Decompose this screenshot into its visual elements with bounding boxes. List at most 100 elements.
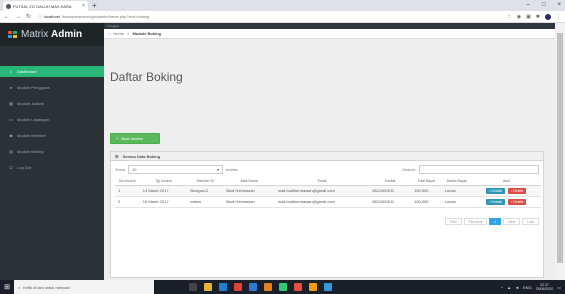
column-header[interactable]: Total Bayar (411, 177, 442, 186)
table-toolbar: Show 10 ▾ entries Search: (115, 164, 539, 174)
sidebar-item-label: Module Lapangan (17, 117, 50, 122)
back-icon[interactable]: ← (4, 14, 10, 20)
cell-member: admin (187, 196, 224, 208)
favicon-icon (6, 3, 11, 9)
add-invoice-label: Buat Invoice (121, 136, 144, 141)
chevron-up-icon[interactable]: ^ (501, 285, 503, 290)
close-window-button[interactable]: × (557, 0, 561, 10)
brand-name: Matrix Admin (21, 29, 83, 40)
delete-button[interactable]: ▪ Delete (508, 198, 527, 205)
column-header[interactable]: Member ID (187, 177, 224, 186)
column-header[interactable]: Kontak (369, 177, 412, 186)
column-header[interactable]: Atas Nama (223, 177, 275, 186)
main-content: 7 Logout ⌂ Home > Module Boking Daftar B… (104, 23, 555, 280)
field-icon: ▭ (9, 117, 13, 122)
maximize-button[interactable]: □ (542, 0, 546, 10)
forward-icon[interactable]: → (15, 14, 21, 20)
delete-button[interactable]: ▪ Delete (508, 187, 527, 194)
bookings-table: No Invoice Tgl Invoice Member ID Atas Na… (115, 177, 541, 208)
sidebar-item-boking[interactable]: ▤ Module Boking (0, 146, 104, 157)
home-icon: ⌂ (9, 69, 13, 74)
column-header[interactable]: Aksi (471, 177, 541, 186)
list-icon: ☰ (115, 153, 119, 159)
booking-icon: ▤ (9, 149, 13, 154)
panel-header: ☰ Semua Data Boking (111, 152, 543, 161)
details-button[interactable]: ▪ Details (486, 187, 506, 194)
info-icon[interactable]: ⓘ (38, 14, 42, 20)
lang-label[interactable]: ENG (523, 285, 532, 290)
search-input[interactable] (419, 164, 539, 174)
member-icon: ◆ (9, 133, 13, 138)
cell-invoice: 2 (115, 196, 140, 208)
sidebar-item-member[interactable]: ◆ Module Member (0, 130, 104, 141)
cell-date: 15 Maret 2017 (139, 196, 188, 208)
pager-previous[interactable]: Previous (463, 218, 488, 225)
store-icon[interactable] (249, 283, 257, 291)
volume-icon[interactable]: ◄ (515, 285, 519, 290)
logout-link[interactable]: 7 Logout (107, 24, 119, 28)
notification-icon[interactable]: ▭ (557, 285, 561, 290)
pager-page-1[interactable]: 1 (489, 218, 502, 225)
column-header[interactable]: Status Bayar (441, 177, 472, 186)
cell-actions: ▪ Details ▪ Delete (471, 196, 541, 208)
column-header[interactable]: No Invoice (115, 177, 140, 186)
cast-icon[interactable]: ✱ (536, 14, 540, 20)
new-tab-button[interactable]: + (92, 1, 97, 10)
chrome-icon[interactable] (234, 283, 242, 291)
windows-start-icon[interactable]: ⊞ (0, 283, 14, 291)
sidebar-item-dashboard[interactable]: ⌂ Dashboard (0, 66, 104, 77)
puzzle-icon[interactable]: ▣ (526, 14, 531, 20)
sidebar-item-label: Dashboard (17, 69, 37, 74)
pager-last[interactable]: Last (522, 218, 539, 225)
reload-icon[interactable]: ↻ (26, 13, 31, 20)
home-icon: ⌂ (108, 31, 111, 36)
file-explorer-icon[interactable] (204, 283, 212, 291)
sidebar-item-lapangan[interactable]: ▭ Module Lapangan (0, 114, 104, 125)
logout-icon: ⏻ (9, 165, 13, 170)
sidebar-item-label: Module Pengguna (17, 85, 50, 90)
brand[interactable]: Matrix Admin (0, 23, 104, 46)
url-field[interactable]: ⓘ localhost /futsalpeserteo/ngicadmin/fr… (36, 12, 502, 21)
entries-value: 10 (132, 166, 137, 172)
column-header[interactable]: Tgl Invoice (139, 177, 188, 186)
clock[interactable]: 22.37 25/06/2020 (536, 283, 554, 291)
pager-first[interactable]: First (444, 218, 462, 225)
tab-close-icon[interactable]: × (82, 3, 85, 9)
cell-actions: ▪ Details ▪ Delete (471, 185, 541, 197)
column-header[interactable]: Email (274, 177, 370, 186)
sidebar-item-jadwal[interactable]: ▦ Module Jadwal (0, 98, 104, 109)
edge-icon[interactable] (219, 283, 227, 291)
tab-title: FUTSAL ZO GALUH MAS KARA (13, 3, 72, 9)
cell-name: Budi Hermawan (223, 185, 275, 197)
extension-icon[interactable]: ◉ (517, 14, 521, 20)
profile-avatar[interactable] (545, 13, 551, 20)
add-invoice-button[interactable]: + Buat Invoice (110, 133, 160, 144)
page-scrollbar[interactable] (555, 23, 565, 280)
sidebar-item-label: Module Member (17, 133, 46, 138)
cell-total: 100.000 (411, 196, 442, 208)
sidebar-item-pengguna[interactable]: ● Module Pengguna (0, 82, 104, 93)
app-icon[interactable] (279, 283, 287, 291)
menu-icon[interactable]: ⋮ (556, 14, 561, 20)
chevron-down-icon: ▾ (217, 166, 220, 172)
task-view-icon[interactable] (189, 283, 197, 291)
app-icon[interactable] (309, 283, 317, 291)
app-icon[interactable] (324, 283, 332, 291)
taskbar-search-placeholder: Ketik di sini untuk mencari (23, 284, 70, 290)
scrollbar-thumb[interactable] (557, 33, 563, 263)
details-button[interactable]: ▪ Details (486, 198, 506, 205)
entries-select[interactable]: 10 ▾ (128, 164, 224, 174)
pager-next[interactable]: Next (503, 218, 521, 225)
app-icon[interactable] (264, 283, 272, 291)
table-row: 1 14 Maret 2017 Bnagus12 Budi Hermawan m… (115, 185, 541, 197)
cell-date: 14 Maret 2017 (139, 185, 188, 197)
app-icon[interactable] (294, 283, 302, 291)
sidebar-item-logout[interactable]: ⏻ Log Out (0, 162, 104, 173)
minimize-button[interactable]: – (527, 0, 530, 10)
taskbar-search[interactable]: ⌕ Ketik di sini untuk mencari (14, 280, 154, 294)
breadcrumb-home[interactable]: Home (113, 31, 124, 36)
browser-tab[interactable]: FUTSAL ZO GALUH MAS KARA × (3, 1, 88, 11)
star-icon[interactable]: ☆ (507, 14, 511, 20)
address-bar: ← → ↻ ⓘ localhost /futsalpeserteo/ngicad… (0, 11, 565, 23)
network-icon[interactable]: ▲ (507, 285, 511, 290)
